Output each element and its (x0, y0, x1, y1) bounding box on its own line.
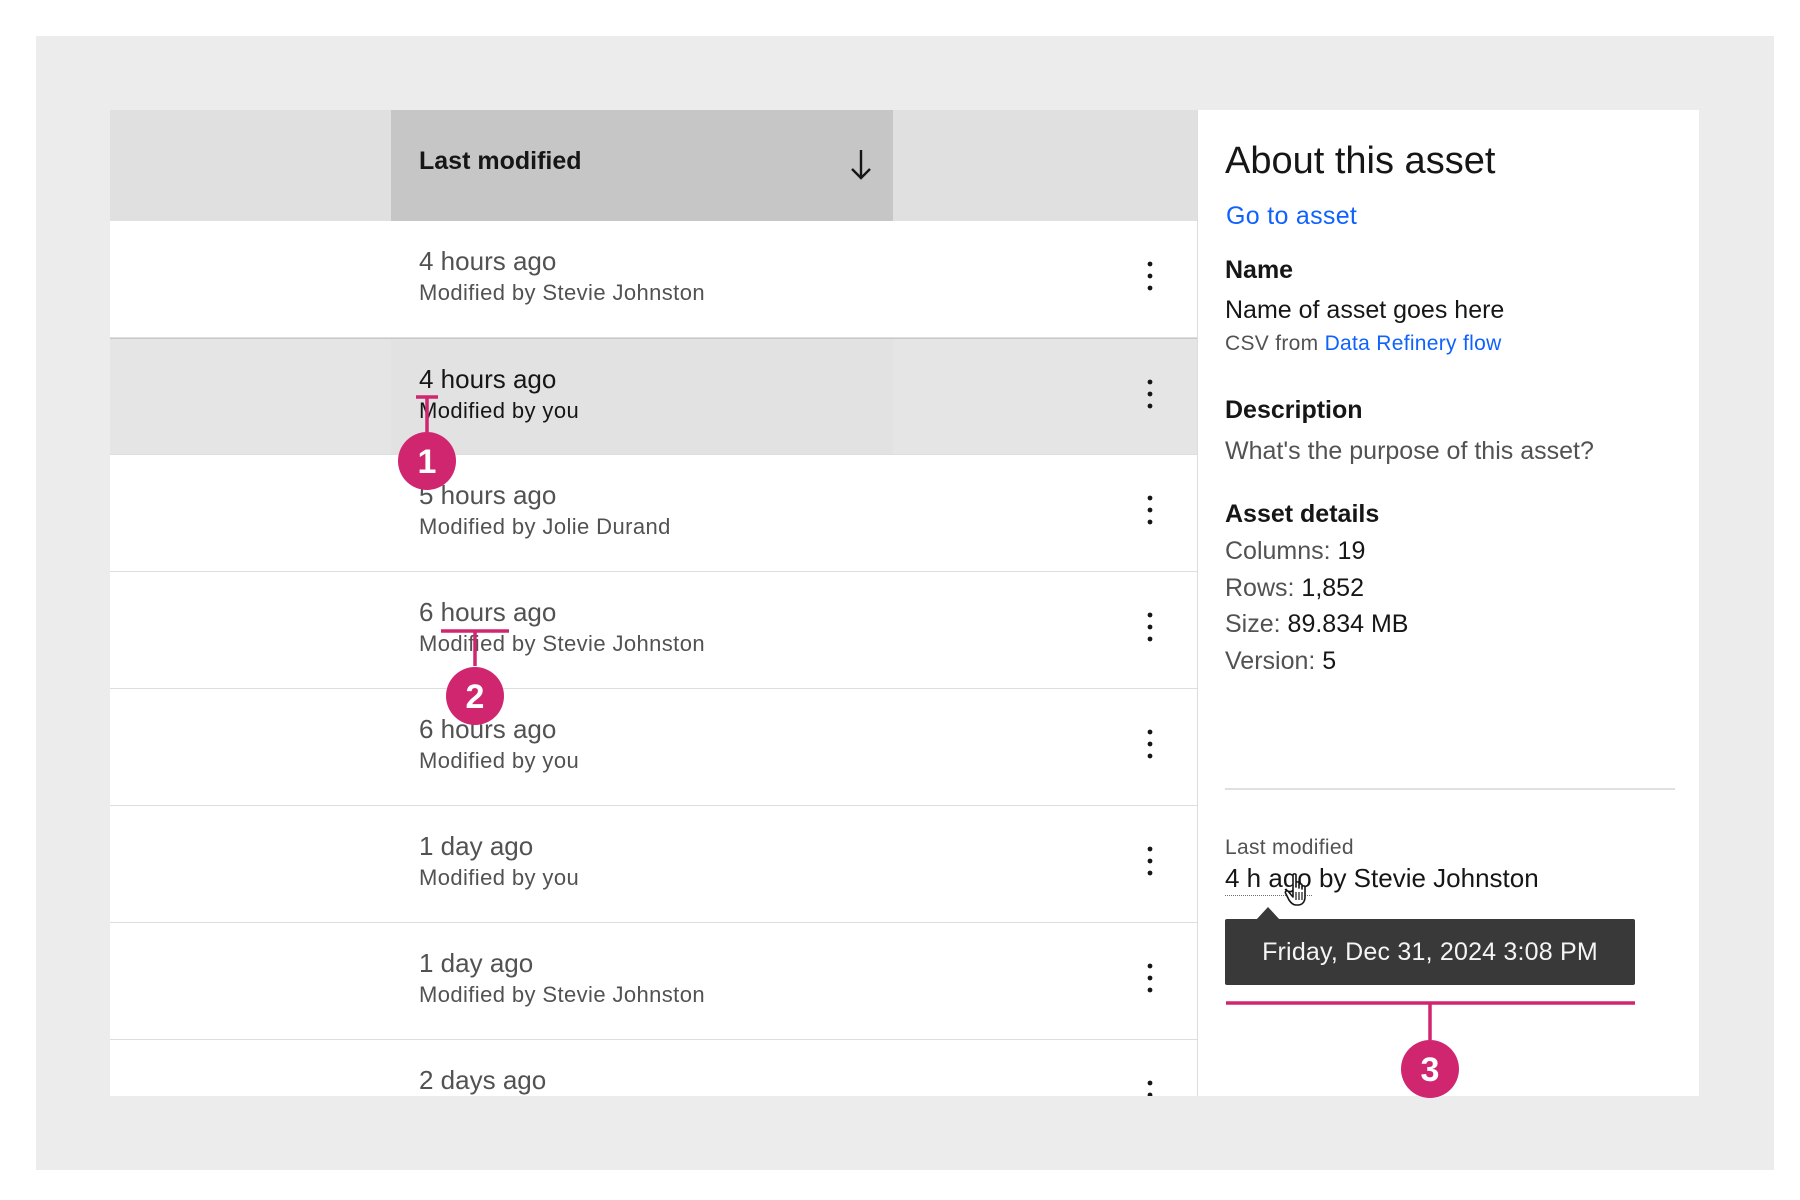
overflow-menu-vertical-icon[interactable] (1140, 493, 1160, 527)
detail-label: Columns: (1225, 537, 1331, 565)
arrow-down-icon[interactable] (846, 144, 876, 184)
row-relative-time: 4 hours ago (419, 364, 557, 394)
data-table: Last modified 4 hours ago Modified by Ste… (110, 110, 1197, 1096)
asset-details-heading: Asset details (1225, 500, 1380, 528)
asset-source: CSV from Data Refinery flow (1225, 332, 1502, 356)
row-relative-time: 1 day ago (419, 831, 534, 861)
overflow-menu-vertical-icon[interactable] (1140, 1078, 1160, 1096)
detail-value: 1,852 (1301, 574, 1364, 602)
name-heading: Name (1225, 256, 1294, 284)
detail-value: 5 (1322, 647, 1337, 675)
overflow-menu-vertical-icon[interactable] (1140, 377, 1160, 411)
description-heading: Description (1225, 396, 1363, 424)
row-modified-by: Modified by Stevie Johnston (419, 982, 705, 1007)
row-relative-time: 1 day ago (419, 948, 534, 978)
asset-detail-item: Version: 5 (1225, 647, 1336, 676)
selected-cell (391, 339, 893, 454)
asset-name: Name of asset goes here (1225, 296, 1505, 324)
asset-detail-item: Rows: 1,852 (1225, 574, 1364, 603)
divider (1225, 788, 1675, 790)
description-input[interactable]: What's the purpose of this asset? (1225, 437, 1594, 466)
last-modified-label: Last modified (1225, 836, 1354, 859)
row-modified-by: Modified by Jolie Durand (419, 514, 671, 539)
row-relative-time: 6 hours ago (419, 714, 557, 744)
row-modified-by: Modified by you (419, 748, 580, 773)
table-row[interactable]: 4 hours ago Modified by you (110, 338, 1197, 455)
detail-value: 89.834 MB (1287, 610, 1409, 638)
row-relative-time: 4 hours ago (419, 246, 557, 276)
overflow-menu-vertical-icon[interactable] (1140, 727, 1160, 761)
hand-pointer-cursor-icon (1284, 873, 1306, 906)
last-modified-value: 4 h ago by Stevie Johnston (1225, 863, 1539, 896)
detail-label: Version: (1225, 647, 1316, 675)
row-modified-by: Modified by Stevie Johnston (419, 280, 705, 305)
last-modified-by: by Stevie Johnston (1318, 863, 1539, 893)
source-prefix: CSV from (1225, 332, 1319, 355)
asset-detail-item: Size: 89.834 MB (1225, 610, 1408, 639)
row-relative-time: 6 hours ago (419, 597, 557, 627)
detail-value: 19 (1337, 537, 1366, 565)
table-row[interactable]: 1 day ago Modified by Stevie Johnston (110, 923, 1197, 1040)
row-relative-time: 2 days ago (419, 1065, 547, 1095)
overflow-menu-vertical-icon[interactable] (1140, 961, 1160, 995)
asset-detail-item: Columns: 19 (1225, 537, 1365, 566)
overflow-menu-vertical-icon[interactable] (1140, 844, 1160, 878)
table-row[interactable]: 1 day ago Modified by you (110, 806, 1197, 923)
panel-title: About this asset (1225, 140, 1496, 182)
row-modified-by: Modified by you (419, 398, 580, 423)
row-modified-by: Modified by you (419, 865, 580, 890)
timestamp-tooltip: Friday, Dec 31, 2024 3:08 PM (1225, 919, 1635, 985)
table-row[interactable]: 6 hours ago Modified by Stevie Johnston (110, 572, 1197, 689)
asset-details-panel: About this asset Go to asset Name Name o… (1197, 110, 1699, 1096)
table-row[interactable]: 4 hours ago Modified by Stevie Johnston (110, 221, 1197, 338)
overflow-menu-vertical-icon[interactable] (1140, 259, 1160, 293)
detail-label: Rows: (1225, 574, 1295, 602)
table-row[interactable]: 6 hours ago Modified by you (110, 689, 1197, 806)
overflow-menu-vertical-icon[interactable] (1140, 610, 1160, 644)
table-header: Last modified (110, 110, 1197, 221)
row-modified-by: Modified by Stevie Johnston (419, 631, 705, 656)
column-header-label: Last modified (419, 147, 582, 175)
table-row[interactable]: 2 days ago (110, 1040, 1197, 1096)
data-refinery-flow-link[interactable]: Data Refinery flow (1325, 332, 1502, 355)
detail-label: Size: (1225, 610, 1281, 638)
row-relative-time: 5 hours ago (419, 480, 557, 510)
go-to-asset-link[interactable]: Go to asset (1226, 202, 1357, 231)
table-row[interactable]: 5 hours ago Modified by Jolie Durand (110, 455, 1197, 572)
